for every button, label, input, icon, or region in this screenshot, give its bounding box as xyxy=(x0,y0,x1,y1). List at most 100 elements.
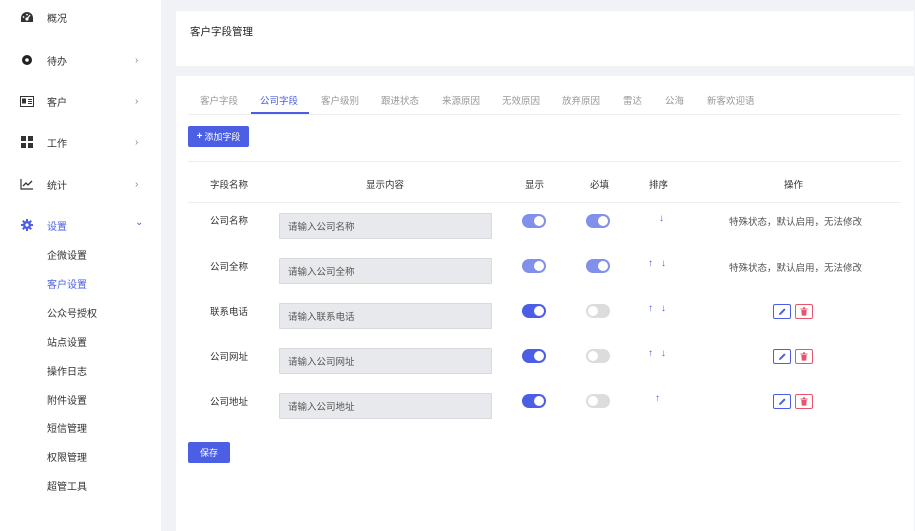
sidebar-item-label: 设置 xyxy=(47,221,67,233)
add-field-button[interactable]: + 添加字段 xyxy=(188,126,249,147)
column-header-show: 显示 xyxy=(525,180,545,191)
tab-invalid-reason[interactable]: 无效原因 xyxy=(502,93,540,107)
company-name-input[interactable]: 请输入公司名称 xyxy=(279,213,492,239)
sidebar-subitem-admin-tools[interactable]: 超管工具 xyxy=(47,480,87,496)
tab-welcome-message[interactable]: 新客欢迎语 xyxy=(707,93,755,107)
sidebar-subitem-attachment-settings[interactable]: 附件设置 xyxy=(47,394,87,410)
contact-card-icon xyxy=(20,94,34,108)
tab-customer-fields[interactable]: 客户字段 xyxy=(200,93,238,107)
required-toggle[interactable] xyxy=(586,304,610,318)
column-header-name: 字段名称 xyxy=(210,180,249,191)
column-header-action: 操作 xyxy=(784,180,804,191)
sidebar-item-work[interactable]: 工作 › xyxy=(0,128,161,156)
edit-button[interactable] xyxy=(773,349,791,364)
move-up-icon[interactable]: ↑ xyxy=(655,393,660,404)
company-fullname-input[interactable]: 请输入公司全称 xyxy=(279,258,492,284)
gear-icon xyxy=(20,218,34,232)
field-name: 公司名称 xyxy=(210,216,249,227)
input-placeholder: 请输入公司地址 xyxy=(288,402,355,413)
phone-input[interactable]: 请输入联系电话 xyxy=(279,303,492,329)
edit-button[interactable] xyxy=(773,304,791,319)
move-down-icon[interactable]: ↓ xyxy=(661,303,666,314)
tab-follow-status[interactable]: 跟进状态 xyxy=(381,93,419,107)
column-header-required: 必填 xyxy=(590,180,610,191)
required-toggle[interactable] xyxy=(586,394,610,408)
page-title: 客户字段管理 xyxy=(190,26,253,38)
tab-abandon-reason[interactable]: 放弃原因 xyxy=(562,93,600,107)
sidebar-item-label: 待办 xyxy=(47,56,67,68)
input-placeholder: 请输入联系电话 xyxy=(288,312,355,323)
save-button[interactable]: 保存 xyxy=(188,442,230,463)
tab-radar[interactable]: 雷达 xyxy=(623,93,642,107)
move-up-icon[interactable]: ↑ xyxy=(648,303,653,314)
show-toggle[interactable] xyxy=(522,394,546,408)
sidebar: 概况 待办 › 客户 › 工作 › 统计 › 设置 ⌄ 企微设置 客户设置 公众… xyxy=(0,0,161,531)
pencil-icon xyxy=(778,308,786,315)
sidebar-subitem-official-account[interactable]: 公众号授权 xyxy=(47,307,97,323)
tab-public-pool[interactable]: 公海 xyxy=(665,93,684,107)
add-field-label: 添加字段 xyxy=(204,132,241,142)
edit-button[interactable] xyxy=(773,394,791,409)
field-name: 联系电话 xyxy=(210,307,249,318)
circle-icon xyxy=(20,53,34,67)
show-toggle[interactable] xyxy=(522,259,546,273)
sidebar-subitem-operation-log[interactable]: 操作日志 xyxy=(47,365,87,381)
move-down-icon[interactable]: ↓ xyxy=(659,213,664,224)
sidebar-item-overview[interactable]: 概况 xyxy=(0,3,161,31)
input-placeholder: 请输入公司全称 xyxy=(288,267,355,278)
show-toggle[interactable] xyxy=(522,304,546,318)
chevron-right-icon: › xyxy=(135,95,139,107)
sidebar-item-label: 统计 xyxy=(47,180,67,192)
tab-customer-level[interactable]: 客户级别 xyxy=(321,93,359,107)
address-input[interactable]: 请输入公司地址 xyxy=(279,393,492,419)
show-toggle[interactable] xyxy=(522,349,546,363)
trash-icon xyxy=(800,352,808,361)
trash-icon xyxy=(800,397,808,406)
tab-source-reason[interactable]: 来源原因 xyxy=(442,93,480,107)
trash-icon xyxy=(800,307,808,316)
chevron-right-icon: › xyxy=(135,178,139,190)
sidebar-item-settings[interactable]: 设置 ⌄ xyxy=(0,211,161,239)
column-header-sort: 排序 xyxy=(649,180,669,191)
grid-icon xyxy=(20,135,34,149)
page-header: 客户字段管理 xyxy=(176,11,914,66)
move-down-icon[interactable]: ↓ xyxy=(661,348,666,359)
sidebar-item-customer[interactable]: 客户 › xyxy=(0,87,161,115)
required-toggle[interactable] xyxy=(586,214,610,228)
sidebar-item-label: 概况 xyxy=(47,13,67,25)
move-down-icon[interactable]: ↓ xyxy=(661,258,666,269)
show-toggle[interactable] xyxy=(522,214,546,228)
delete-button[interactable] xyxy=(795,304,813,319)
move-up-icon[interactable]: ↑ xyxy=(648,348,653,359)
sidebar-item-label: 客户 xyxy=(47,97,67,109)
chevron-down-icon: ⌄ xyxy=(135,217,144,228)
sidebar-subitem-site-settings[interactable]: 站点设置 xyxy=(47,336,87,352)
dashboard-icon xyxy=(20,10,34,24)
chevron-right-icon: › xyxy=(135,54,139,66)
sidebar-subitem-customer-settings[interactable]: 客户设置 xyxy=(47,278,87,294)
input-placeholder: 请输入公司网址 xyxy=(288,357,355,368)
field-name: 公司网址 xyxy=(210,352,249,363)
sidebar-subitem-sms-management[interactable]: 短信管理 xyxy=(47,422,87,438)
tab-company-fields[interactable]: 公司字段 xyxy=(260,93,298,107)
tab-divider xyxy=(188,114,901,115)
pencil-icon xyxy=(778,398,786,405)
column-header-content: 显示内容 xyxy=(366,180,405,191)
sidebar-subitem-permission-management[interactable]: 权限管理 xyxy=(47,451,87,467)
plus-icon: + xyxy=(196,131,203,142)
move-up-icon[interactable]: ↑ xyxy=(648,258,653,269)
input-placeholder: 请输入公司名称 xyxy=(288,222,355,233)
sidebar-item-stats[interactable]: 统计 › xyxy=(0,170,161,198)
field-name: 公司地址 xyxy=(210,397,249,408)
website-input[interactable]: 请输入公司网址 xyxy=(279,348,492,374)
required-toggle[interactable] xyxy=(586,259,610,273)
required-toggle[interactable] xyxy=(586,349,610,363)
chevron-right-icon: › xyxy=(135,136,139,148)
delete-button[interactable] xyxy=(795,349,813,364)
sidebar-subitem-wecom-settings[interactable]: 企微设置 xyxy=(47,249,87,265)
delete-button[interactable] xyxy=(795,394,813,409)
operation-note: 特殊状态，默认启用，无法修改 xyxy=(729,217,863,228)
operation-note: 特殊状态，默认启用，无法修改 xyxy=(729,263,863,274)
sidebar-item-todo[interactable]: 待办 › xyxy=(0,46,161,74)
field-name: 公司全称 xyxy=(210,262,249,273)
